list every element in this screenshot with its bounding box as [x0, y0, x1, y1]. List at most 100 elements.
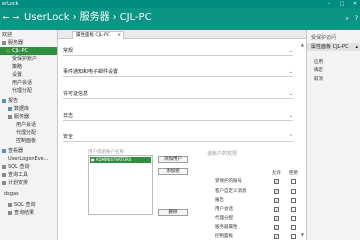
sidebar-item-label: 受保护账户 — [12, 56, 38, 62]
breadcrumb-separator: › — [112, 12, 117, 23]
sidebar-item-label: UserLogonEve... — [8, 156, 49, 162]
deny-checkbox[interactable] — [291, 216, 296, 221]
section-log[interactable]: 日志 ⌄ — [63, 112, 293, 121]
sidebar-item-report-servers[interactable]: 服务器 — [0, 113, 57, 121]
allow-checkbox[interactable]: ✓ — [274, 179, 279, 184]
sidebar-item-control-panel[interactable]: 控制面板 — [0, 137, 57, 145]
sidebar-item-label: 查看器 — [8, 148, 24, 154]
section-license-info[interactable]: 许可证信息 ⌄ — [63, 90, 293, 99]
permission-row: 用户会话 — [215, 207, 233, 212]
add-group-button[interactable]: 添加组 — [158, 168, 188, 175]
allow-checkbox[interactable]: ✓ — [274, 216, 279, 221]
sidebar-item-label: 用户会话 — [12, 80, 33, 86]
section-title: 安全 — [63, 134, 74, 140]
scroll-up-icon[interactable]: ▲ — [301, 42, 304, 47]
sidebar-item-user-logon-events[interactable]: UserLogonEve... — [0, 155, 57, 163]
sidebar-item-label: 查询工具 — [8, 172, 29, 178]
sidebar-item-protected-accounts[interactable]: 受保护账户 — [0, 55, 57, 63]
breadcrumb-item[interactable]: 服务器 — [80, 12, 110, 23]
sidebar-item-servers[interactable]: 服务器 — [0, 39, 57, 47]
sidebar-item-user-sessions[interactable]: 用户会话 — [0, 79, 57, 87]
sidebar-item-label: 计划安排 — [8, 180, 29, 186]
help-icon[interactable]: ? — [355, 15, 358, 23]
deny-checkbox[interactable] — [291, 198, 296, 203]
sidebar-item-agent-distribution[interactable]: 代理分配 — [0, 87, 57, 95]
sidebar-item-database[interactable]: 数据库 — [0, 105, 57, 113]
apply-action[interactable]: 应用 — [314, 59, 323, 65]
chevron-up-icon[interactable]: ⌃ — [289, 133, 293, 142]
allow-checkbox[interactable]: ✓ — [274, 207, 279, 212]
remove-button[interactable]: 删除 — [158, 209, 188, 216]
section-security[interactable]: 安全 ⌃ — [63, 133, 293, 142]
sidebar-item-label: 查询结果 — [14, 210, 35, 216]
chevron-down-icon[interactable]: ⌄ — [289, 112, 293, 121]
deny-checkbox[interactable] — [291, 179, 296, 184]
sidebar-item-cjl-pc[interactable]: CJL-PC — [0, 47, 57, 55]
navigation-bar: ← → UserLock › 服务器 › CJL-PC ⌕ ? — [0, 8, 360, 30]
allow-checkbox[interactable]: ✓ — [274, 189, 279, 194]
section-event-notification[interactable]: 事件通知和电子邮件设置 ⌄ — [63, 68, 293, 77]
section-title: 事件通知和电子邮件设置 — [63, 69, 119, 75]
deny-checkbox[interactable] — [291, 234, 296, 239]
sidebar-item-dsgas[interactable]: dsgas — [0, 190, 57, 198]
section-title: 日志 — [63, 113, 74, 119]
scroll-down-icon[interactable]: ▼ — [301, 232, 304, 237]
deny-header: 拒绝 — [289, 171, 298, 176]
sidebar-item-label: 用户会话 — [16, 122, 37, 128]
sidebar-item-label: dsgas — [4, 191, 19, 197]
properties-panel: ▲ 常规 ⌄ 事件通知和电子邮件设置 ⌄ 许可证信息 ⌄ 日志 ⌄ 安全 ⌃ 用… — [58, 39, 306, 240]
deny-checkbox[interactable] — [291, 207, 296, 212]
close-tab-icon[interactable]: × — [117, 32, 121, 39]
sidebar-item-viewer[interactable]: 查看器 — [0, 147, 57, 155]
sidebar-item-query-tools[interactable]: 查询工具 — [0, 171, 57, 179]
tools-icon — [2, 172, 6, 177]
breadcrumb: UserLock › 服务器 › CJL-PC — [24, 11, 152, 25]
sidebar-item-reports[interactable]: 报告 — [0, 97, 57, 105]
section-general[interactable]: 常规 ⌄ — [63, 47, 293, 56]
allow-checkbox[interactable]: ✓ — [274, 234, 279, 239]
deny-checkbox[interactable] — [291, 189, 296, 194]
section-title: 许可证信息 — [63, 91, 89, 97]
minimize-icon[interactable]: – — [326, 0, 332, 8]
permission-row: 受保护的账号 — [215, 179, 242, 184]
chevron-down-icon[interactable]: ⌄ — [289, 90, 293, 99]
accounts-list[interactable]: ● ADMINISTRATORS — [88, 155, 153, 215]
window-title-bar: erLock – □ ✕ — [0, 0, 360, 8]
forward-arrow-icon[interactable]: → — [12, 13, 20, 23]
sidebar-item-welcome[interactable]: 欢迎 — [0, 31, 57, 39]
allow-checkbox[interactable]: ✓ — [274, 198, 279, 203]
sql-icon — [8, 202, 12, 207]
search-icon[interactable]: ⌕ — [345, 15, 348, 23]
tab-label: 属性面板 CJL-PC — [76, 33, 110, 38]
sidebar-item-report-agent-distribution[interactable]: 代理分配 — [0, 129, 57, 137]
allow-checkbox[interactable]: ✓ — [274, 225, 279, 230]
actions-panel-title: 受保护访问 — [311, 35, 337, 41]
back-arrow-icon[interactable]: ← — [2, 13, 10, 23]
close-icon[interactable]: ✕ — [352, 0, 358, 8]
sidebar-item-label: 代理分配 — [16, 130, 37, 136]
sidebar-item-sql-query-2[interactable]: SQL 查询 — [0, 201, 57, 209]
chevron-down-icon[interactable]: ⌄ — [289, 68, 293, 77]
breadcrumb-item[interactable]: CJL-PC — [120, 12, 152, 23]
sidebar-item-policies[interactable]: 策略 — [0, 63, 57, 71]
add-user-button[interactable]: 添加用户 — [158, 156, 188, 163]
results-icon — [8, 210, 12, 215]
tab-properties-cjl-pc[interactable]: 属性面板 CJL-PC × — [72, 31, 124, 39]
ok-action[interactable]: 确定 — [314, 67, 323, 73]
sidebar-item-label: 报告 — [8, 98, 19, 104]
actions-panel-subheader[interactable]: 属性面板 CJL-PC ▴ — [307, 43, 360, 51]
deny-checkbox[interactable] — [291, 225, 296, 230]
permissions-label: 该账户的权限 — [207, 151, 238, 157]
maximize-icon[interactable]: □ — [339, 0, 345, 8]
chevron-down-icon[interactable]: ⌄ — [289, 47, 293, 56]
sidebar-item-report-user-sessions[interactable]: 用户会话 — [0, 121, 57, 129]
sidebar-item-sql-query[interactable]: SQL 查询 — [0, 163, 57, 171]
report-icon — [2, 98, 6, 103]
breadcrumb-item[interactable]: UserLock — [24, 12, 70, 23]
sidebar-item-schedule[interactable]: 计划安排 — [0, 179, 57, 187]
cancel-action[interactable]: 取消 — [314, 76, 323, 82]
list-item[interactable]: ● ADMINISTRATORS — [90, 157, 151, 163]
sidebar-item-query-results[interactable]: 查询结果 — [0, 209, 57, 217]
permission-row: 控制面板 — [215, 234, 233, 239]
sidebar-item-settings[interactable]: 设置 — [0, 71, 57, 79]
